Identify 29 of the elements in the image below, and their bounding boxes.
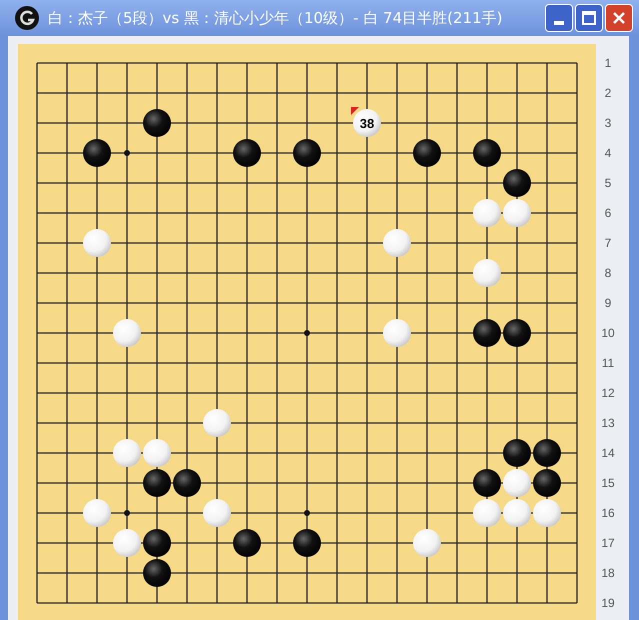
row-label: 3 <box>604 115 612 132</box>
row-label: 7 <box>604 235 612 252</box>
row-label: 9 <box>604 295 612 312</box>
row-label: 10 <box>600 325 616 342</box>
row-label: 6 <box>604 205 612 222</box>
row-label: 15 <box>600 475 616 492</box>
app-icon <box>14 5 40 31</box>
minimize-icon <box>554 21 564 25</box>
row-label: 12 <box>600 385 616 402</box>
row-label: 18 <box>600 565 616 582</box>
row-label: 16 <box>600 505 616 522</box>
row-label: 13 <box>600 415 616 432</box>
row-label: 1 <box>604 55 612 72</box>
row-label: 4 <box>604 145 612 162</box>
window-title: 白：杰子（5段）vs 黑：清心小少年（10级）- 白 74目半胜(211手) <box>48 8 504 28</box>
row-label: 19 <box>600 595 616 612</box>
row-label: 8 <box>604 265 612 282</box>
row-label: 11 <box>600 355 616 372</box>
maximize-icon <box>581 10 597 26</box>
row-label: 5 <box>604 175 612 192</box>
close-icon <box>611 10 627 26</box>
stone <box>353 109 381 137</box>
row-label: 2 <box>604 85 612 102</box>
minimize-button[interactable] <box>545 4 573 32</box>
row-label: 14 <box>600 445 616 462</box>
close-button[interactable] <box>605 4 633 32</box>
maximize-button[interactable] <box>575 4 603 32</box>
row-label: 17 <box>600 535 616 552</box>
move-number: 38 <box>360 116 374 131</box>
